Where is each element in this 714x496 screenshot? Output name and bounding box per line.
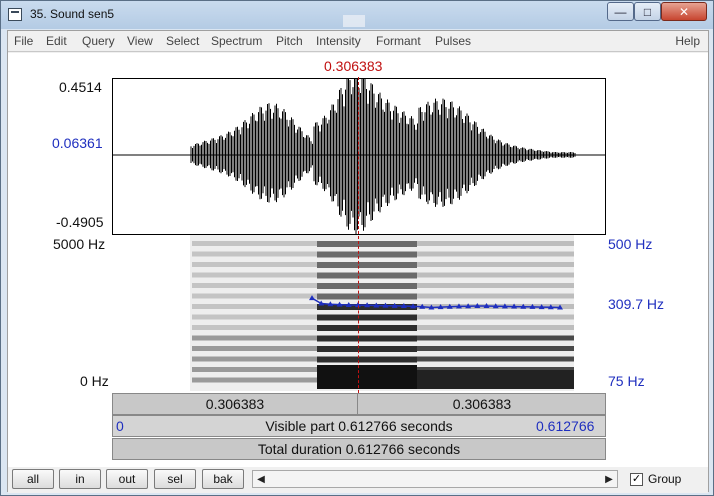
menu-select[interactable]: Select [166,34,199,48]
spectrogram-band [192,356,317,362]
spectrogram-band [417,346,574,351]
menu-file[interactable]: File [14,34,33,48]
spectrogram-band [192,251,317,257]
window-title: 35. Sound sen5 [30,7,115,21]
minimize-button[interactable]: — [607,2,634,21]
spectrogram-plot [190,235,574,391]
app-icon [8,8,22,21]
visible-part-label: Visible part 0.612766 seconds [265,418,453,434]
spectrogram-band [317,251,417,258]
spectrogram-band [317,272,417,279]
menu-formant[interactable]: Formant [376,34,421,48]
spectrogram-band [317,241,417,247]
spectrogram-band [192,241,317,246]
group-label: Group [648,472,682,486]
menu-help[interactable]: Help [675,34,700,48]
scroll-left-arrow-icon[interactable]: ◀ [253,471,269,487]
cursor-time-label: 0.306383 [324,58,383,74]
sound-display-area[interactable]: 0.306383 0.4514 0.06361 -0.4905 5000 Hz … [8,53,708,491]
left-segment-duration[interactable]: 0.306383 [113,394,358,414]
spectrogram-band [192,262,317,267]
spectrogram-band [317,262,417,268]
menu-bar: File Edit Query View Select Spectrum Pit… [8,31,708,51]
spectrogram-low-energy [317,365,417,389]
waveform-max-label: 0.4514 [59,79,102,95]
bottom-toolbar: all in out sel bak ◀ ▶ ✓ Group [8,467,708,493]
spectrogram-band [417,283,574,288]
total-duration-label: Total duration 0.612766 seconds [257,441,461,457]
editor-client-area: File Edit Query View Select Spectrum Pit… [7,30,709,493]
spectrogram-band [317,325,417,331]
spectrogram-low-energy [417,370,574,389]
maximize-icon: □ [643,4,652,19]
title-bar[interactable]: 35. Sound sen5 — □ ✕ [1,1,713,29]
right-segment-duration[interactable]: 0.306383 [359,394,605,414]
spectrogram-band [192,325,317,330]
spectrogram-band [317,283,417,289]
spectrogram-band [192,346,317,351]
spectrogram-band [417,325,574,330]
menu-edit[interactable]: Edit [46,34,67,48]
zoom-selection-button[interactable]: sel [154,469,196,489]
pitch-cursor-value: 309.7 Hz [608,296,665,312]
waveform-plot [113,79,605,234]
spectrogram-band [192,304,317,309]
sound-editor-window: 35. Sound sen5 — □ ✕ File Edit Query Vie… [0,0,714,496]
menu-query[interactable]: Query [82,34,115,48]
waveform-panel[interactable] [112,78,606,235]
pitch-bottom-label: 75 Hz [608,373,645,389]
cursor-line [358,77,359,393]
spectrogram-band [192,283,317,288]
zoom-back-button[interactable]: bak [202,469,244,489]
spectrogram-band [192,335,317,341]
title-bar-glare [343,15,365,27]
spectrogram-band [417,293,574,299]
cursor-time-bar[interactable]: 0.306383 0.306383 [112,393,606,415]
close-icon: ✕ [678,4,690,19]
spectrogram-band [417,262,574,267]
zoom-out-button[interactable]: out [106,469,148,489]
spectrogram-band [417,335,574,341]
pitch-top-label: 500 Hz [608,236,653,252]
spectrogram-band [192,314,317,320]
spectrogram-top-frequency: 5000 Hz [53,236,106,252]
spectrogram-band [417,241,574,246]
spectrogram-band [192,377,317,383]
visible-start-time: 0 [116,418,124,434]
minimize-icon: — [614,4,627,19]
spectrogram-band [417,272,574,278]
menu-view[interactable]: View [127,34,153,48]
spectrogram-band [317,293,417,300]
zoom-in-button[interactable]: in [59,469,101,489]
total-duration-bar[interactable]: Total duration 0.612766 seconds [112,438,606,460]
spectrogram-band [317,314,417,321]
spectrogram-band [417,251,574,257]
spectrogram-band [192,272,317,278]
waveform-trace [190,79,576,234]
spectrogram-band [192,367,317,372]
spectrogram-panel[interactable] [112,235,606,391]
spectrogram-band [317,335,417,342]
group-checkbox[interactable]: ✓ [630,473,643,486]
spectrogram-band [417,356,574,362]
spectrogram-band [417,314,574,320]
menu-pitch[interactable]: Pitch [276,34,303,48]
menu-intensity[interactable]: Intensity [316,34,361,48]
waveform-min-label: -0.4905 [56,214,104,230]
menu-pulses[interactable]: Pulses [435,34,471,48]
menu-divider [8,51,708,52]
scroll-right-arrow-icon[interactable]: ▶ [601,471,617,487]
menu-spectrum[interactable]: Spectrum [211,34,262,48]
visible-end-time: 0.612766 [536,418,595,434]
spectrogram-bottom-frequency: 0 Hz [80,373,109,389]
spectrogram-band [317,356,417,363]
close-button[interactable]: ✕ [661,2,707,21]
spectrogram-band [317,346,417,352]
zoom-all-button[interactable]: all [12,469,54,489]
visible-part-bar[interactable]: Visible part 0.612766 seconds [112,415,606,437]
maximize-button[interactable]: □ [634,2,661,21]
horizontal-scrollbar[interactable]: ◀ ▶ [252,470,618,488]
waveform-cursor-value: 0.06361 [52,135,103,151]
spectrogram-band [192,293,317,299]
